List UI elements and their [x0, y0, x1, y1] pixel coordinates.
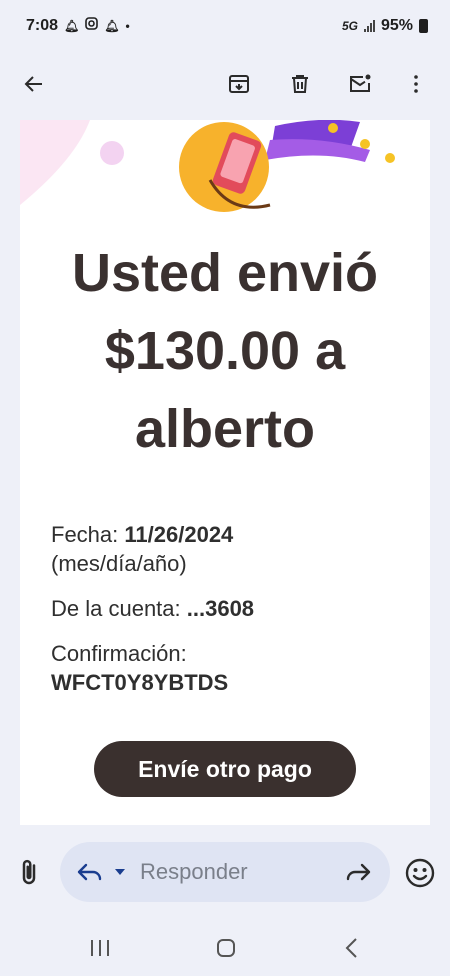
mark-unread-button[interactable]: [340, 64, 380, 104]
chevron-down-icon[interactable]: [114, 868, 126, 876]
battery-percent: 95%: [380, 17, 413, 34]
confirmation-label: Confirmación:: [51, 641, 187, 666]
back-nav-button[interactable]: [332, 934, 372, 962]
recent-apps-button[interactable]: [80, 934, 120, 962]
status-right: 5G 95%: [342, 17, 428, 35]
date-label: Fecha:: [51, 522, 119, 547]
headline-line: $130.00 a: [104, 321, 346, 381]
confirmation-value: WFCT0Y8YBTDS: [51, 670, 229, 695]
home-icon: [217, 939, 235, 957]
account-value: ...3608: [186, 596, 255, 621]
headline-line: Usted envió: [71, 243, 379, 303]
network-type: 5G: [341, 19, 358, 33]
app-bar: [0, 52, 450, 116]
date-row: Fecha: 11/26/2024 (mes/día/año): [51, 520, 411, 578]
more-notifications-dot-icon: •: [125, 19, 130, 33]
delete-button[interactable]: [280, 64, 320, 104]
archive-icon: [229, 75, 249, 93]
hero-illustration: [20, 120, 395, 212]
send-another-payment-button[interactable]: Envíe otro pago: [94, 741, 356, 797]
account-row: De la cuenta: ...3608: [51, 594, 411, 623]
instagram-icon: [85, 17, 99, 35]
home-button[interactable]: [206, 934, 246, 962]
date-format: (mes/día/año): [51, 551, 187, 576]
archive-button[interactable]: [219, 64, 259, 104]
system-nav-bar: [0, 920, 450, 976]
more-vert-icon: [414, 75, 418, 93]
reply-bar: Responder: [0, 826, 450, 920]
forward-icon[interactable]: [344, 860, 372, 884]
recent-apps-icon: [91, 940, 109, 956]
more-options-button[interactable]: [396, 64, 436, 104]
reply-placeholder: Responder: [140, 859, 248, 884]
payment-details: Fecha: 11/26/2024 (mes/día/año) De la cu…: [51, 520, 411, 713]
back-button[interactable]: [14, 64, 54, 104]
reply-icon[interactable]: [76, 860, 104, 884]
battery-icon: [419, 19, 428, 33]
email-body: Usted envió $130.00 a alberto Fecha: 11/…: [20, 120, 430, 825]
payment-headline: Usted envió $130.00 a alberto: [20, 234, 430, 468]
account-label: De la cuenta:: [51, 596, 181, 621]
emoji-icon[interactable]: [404, 857, 436, 889]
reply-input[interactable]: Responder: [60, 842, 390, 902]
chevron-left-icon: [345, 938, 357, 958]
notification-bell-icon: 🔔︎: [64, 19, 80, 33]
date-value: 11/26/2024: [124, 522, 234, 547]
arrow-left-icon: [24, 76, 42, 92]
status-left: 7:08 🔔︎ 🔔︎ •: [26, 17, 130, 35]
status-bar: 7:08 🔔︎ 🔔︎ • 5G 95%: [0, 0, 450, 52]
attachment-icon[interactable]: [14, 858, 44, 888]
mark-unread-icon: [350, 74, 371, 92]
confirmation-row: Confirmación: WFCT0Y8YBTDS: [51, 639, 411, 697]
notification-bell-icon: 🔔︎: [104, 19, 120, 33]
headline-line: alberto: [134, 399, 316, 459]
signal-icon: [363, 20, 375, 32]
clock: 7:08: [26, 17, 59, 34]
trash-icon: [292, 75, 308, 93]
